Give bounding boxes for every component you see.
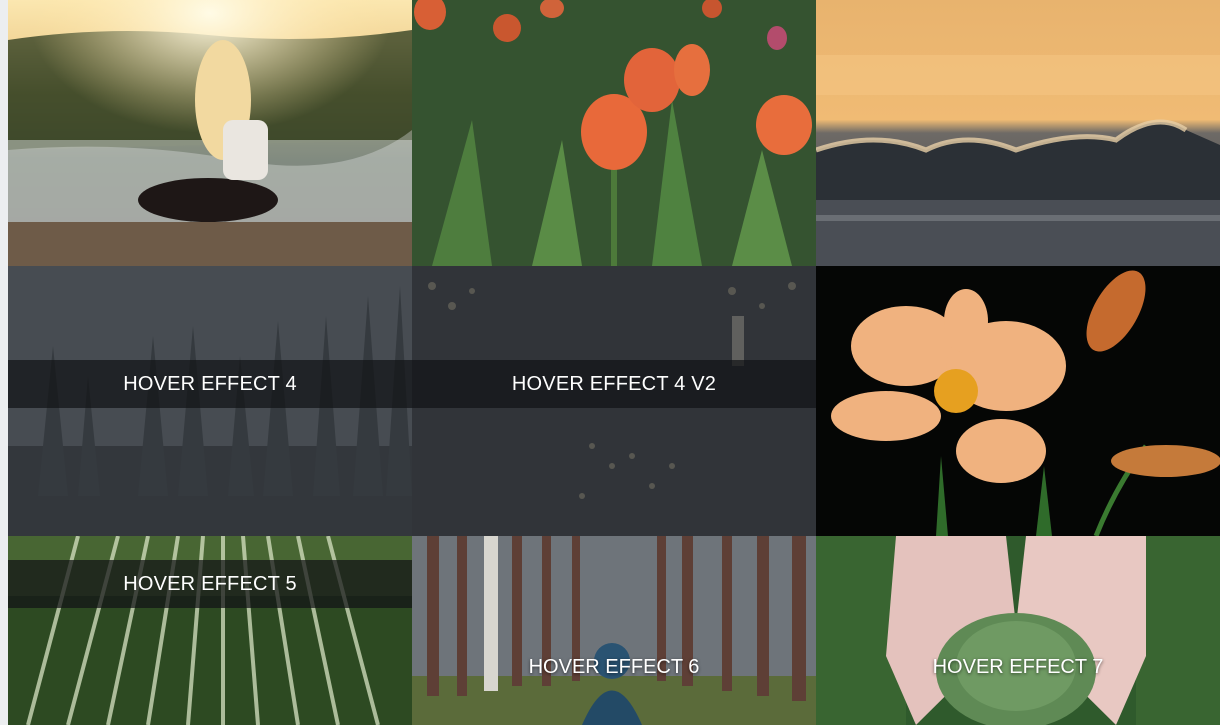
image-gallery-grid: HOVER EFFECT 4 HOVER EFFECT 4 V2 HOVER E… — [8, 0, 1220, 725]
hover-effect-4-v2-label: HOVER EFFECT 4 V2 — [511, 372, 717, 395]
hover-caption-band: HOVER EFFECT 4 V2 — [412, 360, 816, 408]
tulips-photo — [412, 0, 816, 266]
gallery-tile-lily[interactable] — [816, 266, 1220, 536]
gallery-tile-tulips[interactable] — [412, 0, 816, 266]
pine-forest-person-photo — [412, 536, 816, 725]
hover-caption-band: HOVER EFFECT 4 — [8, 360, 412, 408]
girl-sunset-photo — [8, 0, 412, 266]
gallery-tile-hover-effect-7[interactable]: HOVER EFFECT 7 — [816, 536, 1220, 725]
gallery-tile-hover-effect-6[interactable]: HOVER EFFECT 6 — [412, 536, 816, 725]
gallery-tile-girl-sunset[interactable] — [8, 0, 412, 266]
hover-effect-7-label: HOVER EFFECT 7 — [932, 656, 1104, 678]
gallery-tile-hover-effect-4[interactable]: HOVER EFFECT 4 — [8, 266, 412, 536]
lily-flower-photo — [816, 266, 1220, 536]
hover-effect-6-label: HOVER EFFECT 6 — [528, 656, 700, 678]
gallery-tile-hover-effect-5[interactable]: HOVER EFFECT 5 — [8, 536, 412, 725]
gallery-tile-hover-effect-4-v2[interactable]: HOVER EFFECT 4 V2 — [412, 266, 816, 536]
hover-effect-5-label: HOVER EFFECT 5 — [123, 572, 297, 595]
hover-caption-band: HOVER EFFECT 5 — [8, 560, 412, 608]
hover-effect-4-label: HOVER EFFECT 4 — [123, 372, 297, 395]
ocean-wave-photo — [816, 0, 1220, 266]
gallery-tile-ocean-wave[interactable] — [816, 0, 1220, 266]
hands-pine-needles-photo — [816, 536, 1220, 725]
